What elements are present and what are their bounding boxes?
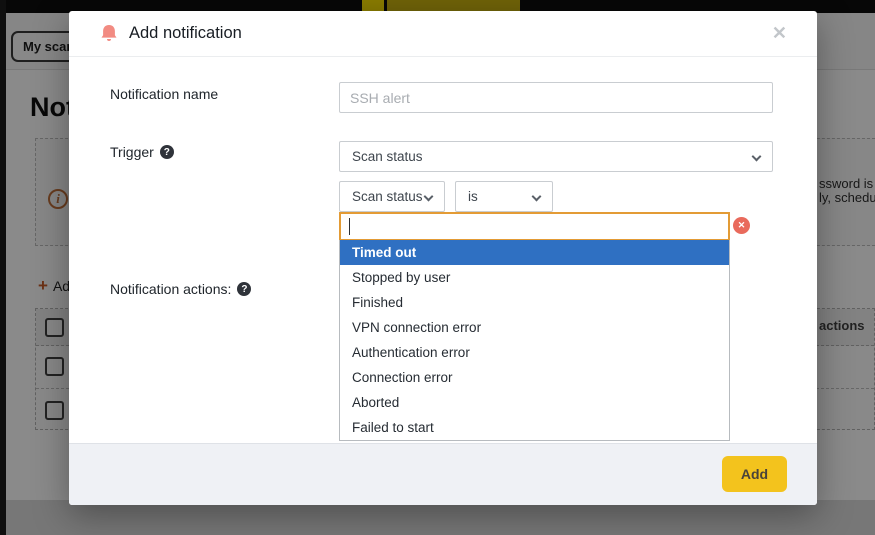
condition-operator-value: is <box>468 189 478 204</box>
trigger-type-value: Scan status <box>352 149 423 164</box>
text-cursor <box>349 218 350 235</box>
dropdown-option[interactable]: Stopped by user <box>340 265 729 290</box>
trigger-label: Trigger ? <box>110 144 174 160</box>
chevron-down-icon <box>532 192 542 202</box>
condition-operator-select[interactable]: is <box>455 181 553 212</box>
condition-field-value: Scan status <box>352 189 423 204</box>
close-icon[interactable]: ✕ <box>772 23 787 43</box>
dropdown-option[interactable]: Connection error <box>340 365 729 390</box>
add-button[interactable]: Add <box>722 456 787 492</box>
bell-icon <box>99 24 119 44</box>
add-notification-modal: Add notification ✕ Notification name Tri… <box>69 11 817 505</box>
dropdown-option[interactable]: Timed out <box>340 240 729 265</box>
help-icon[interactable]: ? <box>160 145 174 159</box>
dropdown-option[interactable]: Failed to start <box>340 415 729 440</box>
trigger-type-select[interactable]: Scan status <box>339 141 773 172</box>
notification-name-input[interactable] <box>339 82 773 113</box>
modal-footer: Add <box>69 443 817 505</box>
dropdown-option[interactable]: Authentication error <box>340 340 729 365</box>
dropdown-option[interactable]: Aborted <box>340 390 729 415</box>
help-icon[interactable]: ? <box>237 282 251 296</box>
chevron-down-icon <box>424 192 434 202</box>
notification-actions-label: Notification actions: ? <box>110 281 251 297</box>
remove-condition-icon[interactable]: ✕ <box>733 217 750 234</box>
status-options-dropdown: Timed out Stopped by user Finished VPN c… <box>339 240 730 441</box>
screen: My scan Not i ssword is f ly, schedu + A… <box>0 0 875 535</box>
modal-title: Add notification <box>129 24 242 43</box>
notification-name-label-text: Notification name <box>110 86 218 102</box>
notification-actions-label-text: Notification actions: <box>110 281 231 297</box>
condition-field-select[interactable]: Scan status <box>339 181 445 212</box>
status-search-input[interactable] <box>339 212 730 241</box>
trigger-label-text: Trigger <box>110 144 154 160</box>
dropdown-option[interactable]: VPN connection error <box>340 315 729 340</box>
modal-header: Add notification ✕ <box>69 11 817 57</box>
notification-name-label: Notification name <box>110 86 218 102</box>
chevron-down-icon <box>752 152 762 162</box>
dropdown-option[interactable]: Finished <box>340 290 729 315</box>
